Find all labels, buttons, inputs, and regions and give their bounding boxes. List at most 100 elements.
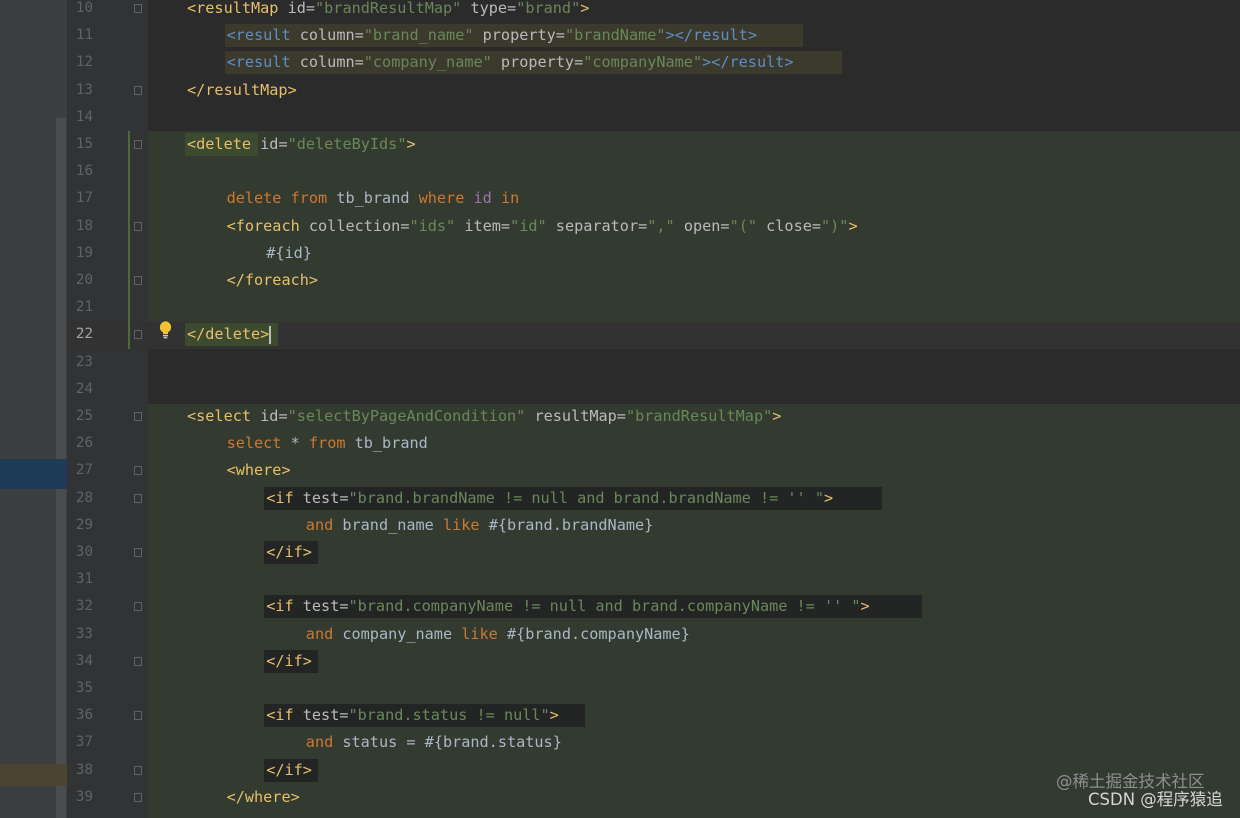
- line-number: 32: [75, 598, 93, 615]
- code-token: "ids": [409, 216, 456, 235]
- fold-toggle-icon[interactable]: [134, 412, 142, 421]
- line-number: 23: [75, 353, 93, 370]
- code-token: company_name: [342, 624, 462, 643]
- code-token: "brandResultMap": [315, 0, 462, 17]
- code-token: brand_name: [342, 515, 443, 534]
- fold-toggle-icon[interactable]: [134, 221, 142, 231]
- code-line: <if test="brand.companyName != null and …: [266, 593, 870, 620]
- code-line: <if test="brand.status != null">: [266, 702, 559, 729]
- code-token: <where>: [226, 461, 291, 480]
- line-number: 28: [75, 489, 93, 506]
- fold-toggle-icon[interactable]: [134, 548, 142, 557]
- code-token: >: [848, 216, 858, 235]
- code-token: "brand": [516, 0, 581, 17]
- fold-toggle-icon[interactable]: [134, 711, 142, 721]
- tool-strip-selected-item[interactable]: [0, 459, 67, 489]
- code-token: *: [290, 434, 309, 453]
- code-token: >: [580, 0, 590, 17]
- code-token: <resultMap: [187, 0, 279, 17]
- code-line: <where>: [227, 457, 291, 484]
- code-token: #{brand.brandName}: [488, 515, 654, 534]
- code-token: like: [461, 624, 507, 643]
- line-number: 10: [75, 0, 93, 16]
- code-line: #{id}: [266, 240, 312, 267]
- code-line: </if>: [266, 757, 312, 784]
- fold-toggle-icon[interactable]: [134, 466, 142, 476]
- fold-toggle-icon[interactable]: [134, 276, 142, 285]
- code-token: column=: [290, 26, 364, 45]
- code-token: id=: [278, 0, 316, 17]
- code-token: from: [308, 434, 355, 453]
- code-token: </resultMap>: [187, 80, 297, 99]
- fold-toggle-icon[interactable]: [134, 765, 142, 775]
- code-token: type=: [461, 0, 517, 17]
- fold-toggle-icon[interactable]: [134, 330, 142, 340]
- code-token: </foreach>: [226, 271, 319, 289]
- code-line: </if>: [266, 539, 312, 566]
- code-token: <delete: [187, 135, 252, 153]
- fold-toggle-icon[interactable]: [134, 140, 142, 149]
- code-token: "brand.status != null": [348, 706, 550, 725]
- line-number: 17: [75, 190, 93, 207]
- code-token: "brand.companyName != null and brand.com…: [348, 597, 861, 616]
- line-number: 19: [75, 244, 93, 261]
- watermark-csdn: CSDN @程序猿追: [1088, 790, 1223, 809]
- line-number: 26: [75, 435, 93, 452]
- line-number: 31: [75, 571, 93, 588]
- code-token: tb_brand: [354, 434, 428, 453]
- code-token: id=: [251, 407, 288, 425]
- watermark-juejin: @稀土掘金技术社区: [1056, 772, 1205, 791]
- code-token: ",": [647, 216, 675, 235]
- code-token: <result: [226, 53, 291, 72]
- code-line: <if test="brand.brandName != null and br…: [266, 485, 833, 512]
- code-token: <foreach: [226, 216, 300, 235]
- code-line: </where>: [227, 784, 300, 811]
- code-token: item=: [455, 216, 511, 235]
- code-token: "company_name": [363, 53, 492, 72]
- scope-indicator-bar: [128, 131, 130, 349]
- code-line: </resultMap>: [187, 77, 297, 104]
- code-token: </if>: [266, 651, 312, 670]
- fold-toggle-icon[interactable]: [134, 85, 142, 95]
- code-token: "companyName": [583, 53, 703, 72]
- code-token: tb_brand: [336, 189, 419, 208]
- fold-toggle-icon[interactable]: [134, 792, 142, 802]
- code-token: "brand.brandName != null and brand.brand…: [348, 488, 824, 507]
- fold-toggle-icon[interactable]: [134, 656, 142, 666]
- code-token: </if>: [266, 543, 312, 561]
- code-token: where: [418, 189, 474, 208]
- fold-toggle-icon[interactable]: [134, 4, 142, 13]
- line-number: 36: [75, 707, 93, 724]
- tool-strip-marked-item[interactable]: [0, 764, 67, 786]
- code-token: id: [473, 189, 501, 208]
- code-line: <select id="selectByPageAndCondition" re…: [187, 403, 781, 430]
- line-number: 27: [75, 462, 93, 479]
- line-number: 29: [75, 516, 93, 533]
- code-token: property=: [473, 26, 565, 45]
- code-token: status: [342, 733, 407, 752]
- code-token: property=: [491, 53, 584, 72]
- code-token: like: [442, 515, 489, 534]
- code-token: "deleteByIds": [287, 135, 407, 153]
- line-number: 34: [75, 652, 93, 669]
- lightbulb-icon[interactable]: [159, 321, 172, 339]
- code-line: <resultMap id="brandResultMap" type="bra…: [187, 0, 589, 22]
- code-token: >: [549, 706, 559, 725]
- code-token: >: [823, 488, 834, 507]
- code-token: column=: [290, 53, 364, 72]
- line-number: 14: [75, 108, 93, 125]
- fold-toggle-icon[interactable]: [134, 493, 142, 503]
- line-number: 21: [75, 299, 93, 316]
- code-line: and status = #{brand.status}: [306, 729, 562, 756]
- fold-toggle-icon[interactable]: [134, 602, 142, 612]
- code-line: and brand_name like #{brand.brandName}: [306, 512, 653, 539]
- code-token: "(": [729, 216, 757, 235]
- code-token: </if>: [266, 760, 312, 779]
- code-line: </foreach>: [227, 267, 318, 294]
- line-number: 37: [75, 734, 93, 751]
- code-token: </where>: [226, 787, 300, 806]
- code-token: and: [305, 624, 343, 643]
- text-cursor: [269, 325, 272, 344]
- code-token: collection=: [299, 216, 410, 235]
- code-token: and: [305, 733, 343, 752]
